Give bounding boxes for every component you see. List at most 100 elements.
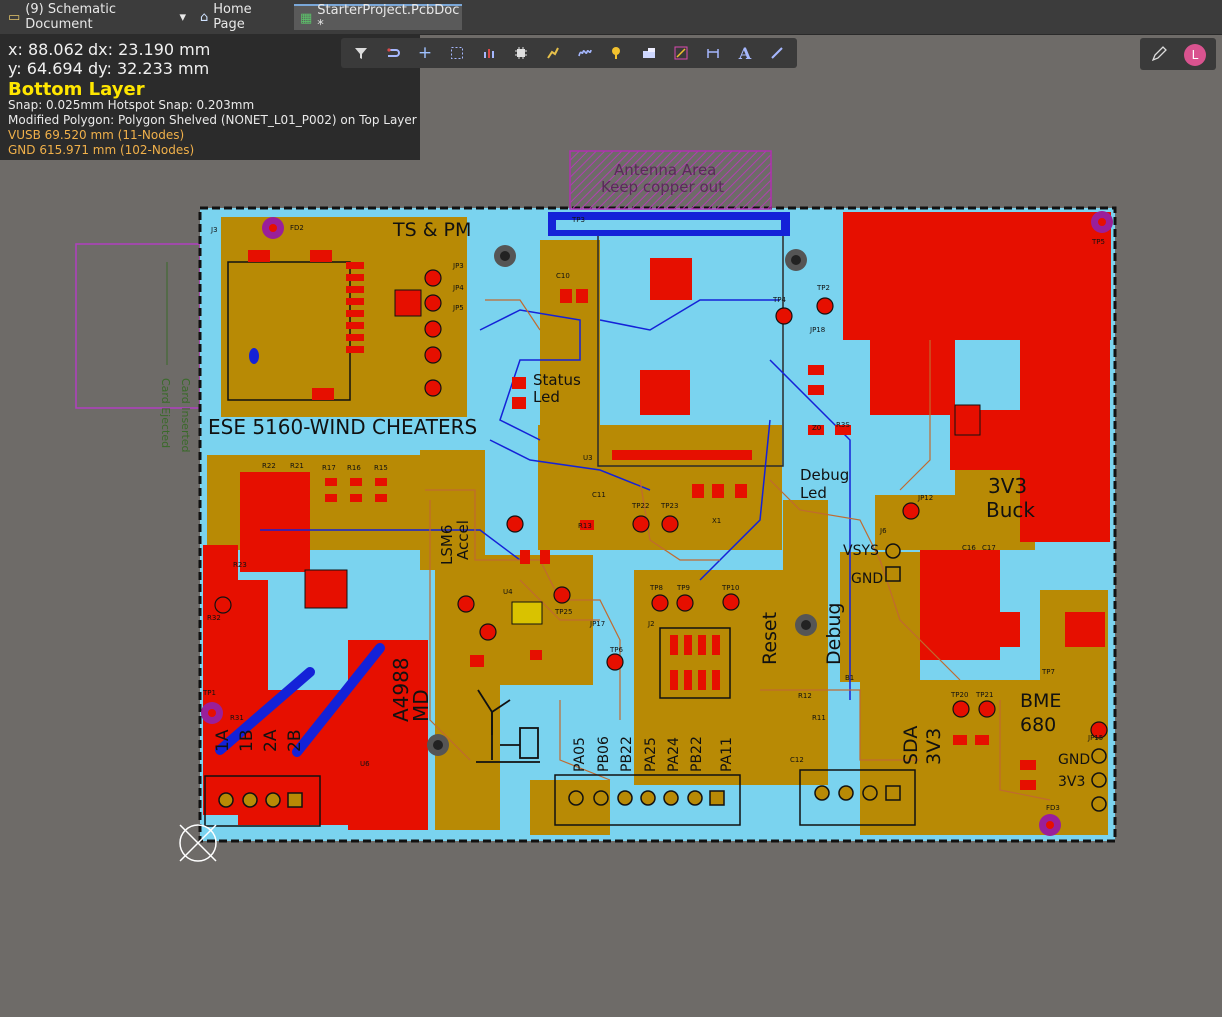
- debug-label: Debug: [823, 603, 845, 665]
- pcb-canvas[interactable]: Antenna Area Keep copper out TS & PM Sta…: [0, 34, 1222, 1017]
- svg-text:TP9: TP9: [676, 584, 690, 592]
- md-label: MD: [409, 689, 433, 722]
- line-icon[interactable]: [765, 41, 789, 65]
- svg-text:TP1: TP1: [202, 689, 216, 697]
- buck-label-1: 3V3: [988, 474, 1027, 498]
- ts-pm-label: TS & PM: [392, 219, 471, 241]
- header-pin-pa11: PA11: [719, 737, 735, 772]
- svg-text:TP21: TP21: [975, 691, 993, 699]
- debug-led-label-2: Led: [800, 484, 827, 502]
- dimension-icon[interactable]: [701, 41, 725, 65]
- bme-label-2: 680: [1020, 714, 1056, 736]
- interactive-route-icon[interactable]: [541, 41, 565, 65]
- header-pin-pb22-2: PB22: [689, 736, 705, 772]
- gnd-label-1: GND: [851, 571, 883, 587]
- polygon-icon[interactable]: [669, 41, 693, 65]
- active-bar-toolbar: + A: [341, 38, 797, 68]
- text-icon[interactable]: A: [733, 41, 757, 65]
- sda-label: SDA: [900, 726, 922, 765]
- svg-text:TP25: TP25: [554, 608, 572, 616]
- svg-text:B1: B1: [845, 674, 854, 682]
- hud-x: x: 88.062: [8, 40, 84, 59]
- svg-text:R13: R13: [578, 522, 592, 530]
- svg-text:TP23: TP23: [660, 502, 678, 510]
- tab-starterproject-pcbdoc[interactable]: ▦ StarterProject.PcbDoc *: [294, 3, 462, 33]
- add-icon[interactable]: +: [413, 41, 437, 65]
- gnd-label-2: GND: [1058, 752, 1090, 768]
- modified-info: Modified Polygon: Polygon Shelved (NONET…: [8, 113, 417, 127]
- svg-text:TP2: TP2: [816, 284, 830, 292]
- motor-pin-1a: 1A: [213, 729, 233, 752]
- svg-text:R17: R17: [322, 464, 336, 472]
- hud-dy: dy: 32.233 mm: [88, 59, 210, 78]
- svg-text:R22: R22: [262, 462, 276, 470]
- svg-text:C16: C16: [962, 544, 976, 552]
- svg-text:TP10: TP10: [721, 584, 739, 592]
- svg-text:J6: J6: [879, 527, 887, 535]
- svg-text:R32: R32: [207, 614, 221, 622]
- cursor-crosshair: [179, 824, 217, 862]
- status-led-label-1: Status: [533, 371, 581, 389]
- filter-icon[interactable]: [349, 41, 373, 65]
- pm-chip: [394, 289, 422, 317]
- svg-text:R11: R11: [812, 714, 826, 722]
- layer-icon[interactable]: [637, 41, 661, 65]
- svg-text:C12: C12: [790, 756, 804, 764]
- motor-driver-chip: [304, 569, 348, 609]
- hud-dx: dx: 23.190 mm: [88, 40, 211, 59]
- keepout-label-1: Antenna Area: [614, 161, 716, 179]
- select-rect-icon[interactable]: [445, 41, 469, 65]
- pcb-document-icon: ▦: [300, 10, 313, 26]
- tab-home-page[interactable]: ⌂ Home Page: [194, 2, 292, 32]
- wave-icon[interactable]: [573, 41, 597, 65]
- status-led-label-2: Led: [533, 388, 560, 406]
- folder-icon: ▭: [8, 9, 21, 25]
- motor-pin-2a: 2A: [261, 729, 281, 752]
- svg-text:TP5: TP5: [1091, 238, 1105, 246]
- debug-led-label-1: Debug: [800, 466, 849, 484]
- svg-text:Z0: Z0: [812, 424, 821, 432]
- edit-pencil-icon[interactable]: [1150, 45, 1168, 63]
- svg-text:TP20: TP20: [950, 691, 968, 699]
- svg-text:JP3: JP3: [452, 262, 464, 270]
- motor-pin-1b: 1B: [237, 730, 257, 752]
- snap-info: Snap: 0.025mm Hotspot Snap: 0.203mm: [8, 98, 255, 112]
- card-inserted-label: Card Inserted: [179, 378, 192, 453]
- card-ejected-label: Card Ejected: [159, 378, 172, 448]
- current-layer: Bottom Layer: [8, 79, 145, 100]
- svg-text:R21: R21: [290, 462, 304, 470]
- keepout-label-2: Keep copper out: [601, 178, 724, 196]
- svg-text:TP8: TP8: [649, 584, 663, 592]
- svg-text:X1: X1: [712, 517, 721, 525]
- svg-text:R15: R15: [374, 464, 388, 472]
- svg-text:TP6: TP6: [609, 646, 623, 654]
- user-avatar[interactable]: L: [1184, 44, 1206, 66]
- svg-text:R23: R23: [233, 561, 247, 569]
- header-pin-pa05: PA05: [572, 737, 588, 772]
- svg-text:R16: R16: [347, 464, 361, 472]
- tab-label: (9) Schematic Document: [25, 2, 116, 32]
- header-pin-pb22: PB22: [619, 736, 635, 772]
- svg-text:TP3: TP3: [571, 216, 585, 224]
- svg-text:JP17: JP17: [589, 620, 605, 628]
- chart-icon[interactable]: [477, 41, 501, 65]
- component-icon[interactable]: [509, 41, 533, 65]
- 3v3-label-2: 3V3: [1058, 774, 1085, 790]
- motor-pin-2b: 2B: [285, 730, 305, 752]
- route-icon[interactable]: [381, 41, 405, 65]
- tab-label: Home Page: [213, 2, 252, 32]
- pin-icon[interactable]: [605, 41, 629, 65]
- header-pin-pa25: PA25: [643, 737, 659, 772]
- chevron-down-icon[interactable]: ▾: [179, 10, 186, 25]
- svg-text:FD2: FD2: [290, 224, 304, 232]
- board-title: ESE 5160-WIND CHEATERS: [208, 415, 477, 439]
- svg-text:C17: C17: [982, 544, 996, 552]
- net-gnd: GND 615.971 mm (102-Nodes): [8, 143, 195, 157]
- net-vusb: VUSB 69.520 mm (11-Nodes): [8, 128, 185, 142]
- tab-schematic-document[interactable]: ▭ (9) Schematic Document ▾: [2, 2, 192, 32]
- svg-text:C10: C10: [556, 272, 570, 280]
- svg-text:J3: J3: [210, 226, 218, 234]
- svg-text:TP4: TP4: [772, 296, 786, 304]
- svg-text:J2: J2: [647, 620, 655, 628]
- header-pin-pb06: PB06: [596, 736, 612, 772]
